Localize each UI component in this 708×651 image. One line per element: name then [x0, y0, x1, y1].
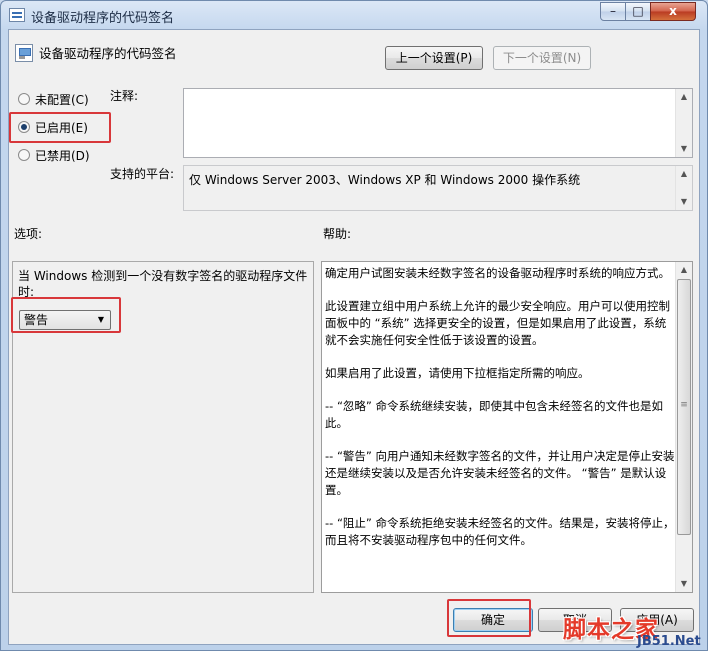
supported-platform-value: 仅 Windows Server 2003、Windows XP 和 Windo… [189, 173, 581, 187]
scroll-down-arrow-icon[interactable]: ▼ [676, 141, 692, 157]
ok-button[interactable]: 确定 [453, 608, 533, 632]
dialog-window: 设备驱动程序的代码签名 – □ x 设备驱动程序的代码签名 上一个设置(P) 下… [0, 0, 708, 651]
grip-icon: ≡ [680, 400, 688, 410]
platform-scrollbar[interactable]: ▲ ▼ [675, 166, 692, 210]
help-paragraph: 此设置建立组中用户系统上允许的最少安全响应。用户可以使用控制面板中的 “系统” … [325, 299, 670, 347]
help-paragraph: 确定用户试图安装未经数字签名的设备驱动程序时系统的响应方式。 [325, 266, 670, 280]
comment-textarea[interactable]: ▲ ▼ [183, 88, 693, 158]
radio-not-configured-label[interactable]: 未配置(C) [35, 91, 89, 108]
chevron-down-icon: ▼ [97, 315, 104, 324]
policy-name: 设备驱动程序的代码签名 [39, 46, 177, 61]
comment-label: 注释: [110, 89, 139, 103]
radio-disabled-label[interactable]: 已禁用(D) [35, 147, 90, 164]
next-setting-button: 下一个设置(N) [493, 46, 591, 70]
radio-disabled[interactable] [18, 149, 30, 161]
options-panel: 当 Windows 检测到一个没有数字签名的驱动程序文件时: 警告 ▼ [12, 261, 314, 593]
close-button[interactable]: x [650, 2, 696, 21]
scroll-down-arrow-icon[interactable]: ▼ [676, 576, 692, 592]
maximize-button[interactable]: □ [625, 2, 651, 21]
radio-enabled[interactable] [18, 121, 30, 133]
minimize-button[interactable]: – [600, 2, 626, 21]
scroll-up-arrow-icon[interactable]: ▲ [676, 166, 692, 182]
help-paragraph: -- “阻止” 命令系统拒绝安装未经签名的文件。结果是，安装将停止，而且将不安装… [325, 516, 675, 547]
title-bar[interactable]: 设备驱动程序的代码签名 – □ x [1, 1, 707, 29]
cancel-button[interactable]: 取消 [538, 608, 612, 632]
apply-button[interactable]: 应用(A) [620, 608, 694, 632]
help-paragraph: -- “忽略” 命令系统继续安装，即使其中包含未经签名的文件也是如此。 [325, 399, 664, 430]
window-title: 设备驱动程序的代码签名 [31, 11, 175, 26]
help-scrollbar[interactable]: ▲ ≡ ▼ [675, 262, 692, 592]
previous-setting-button[interactable]: 上一个设置(P) [385, 46, 483, 70]
comment-scrollbar[interactable]: ▲ ▼ [675, 89, 692, 157]
scroll-up-arrow-icon[interactable]: ▲ [676, 89, 692, 105]
policy-icon [9, 8, 25, 22]
options-prompt: 当 Windows 检测到一个没有数字签名的驱动程序文件时: [18, 269, 308, 299]
help-paragraph: -- “警告” 向用户通知未经数字签名的文件，并让用户决定是停止安装还是继续安装… [325, 449, 675, 497]
radio-enabled-label[interactable]: 已启用(E) [35, 119, 88, 136]
help-paragraph: 如果启用了此设置，请使用下拉框指定所需的响应。 [325, 366, 590, 380]
supported-platform-box: 仅 Windows Server 2003、Windows XP 和 Windo… [183, 165, 693, 211]
supported-platform-label: 支持的平台: [110, 167, 175, 181]
options-section-label: 选项: [14, 227, 43, 241]
setting-icon [15, 44, 33, 62]
help-section-label: 帮助: [323, 227, 352, 241]
scroll-down-arrow-icon[interactable]: ▼ [676, 194, 692, 210]
radio-not-configured[interactable] [18, 93, 30, 105]
help-panel: 确定用户试图安装未经数字签名的设备驱动程序时系统的响应方式。 此设置建立组中用户… [321, 261, 693, 593]
dialog-client-area: 设备驱动程序的代码签名 上一个设置(P) 下一个设置(N) 未配置(C) 已启用… [8, 29, 700, 645]
help-text: 确定用户试图安装未经数字签名的设备驱动程序时系统的响应方式。 此设置建立组中用户… [325, 265, 675, 565]
response-dropdown-value: 警告 [24, 313, 49, 327]
response-dropdown[interactable]: 警告 ▼ [19, 310, 111, 330]
scroll-up-arrow-icon[interactable]: ▲ [676, 262, 692, 278]
